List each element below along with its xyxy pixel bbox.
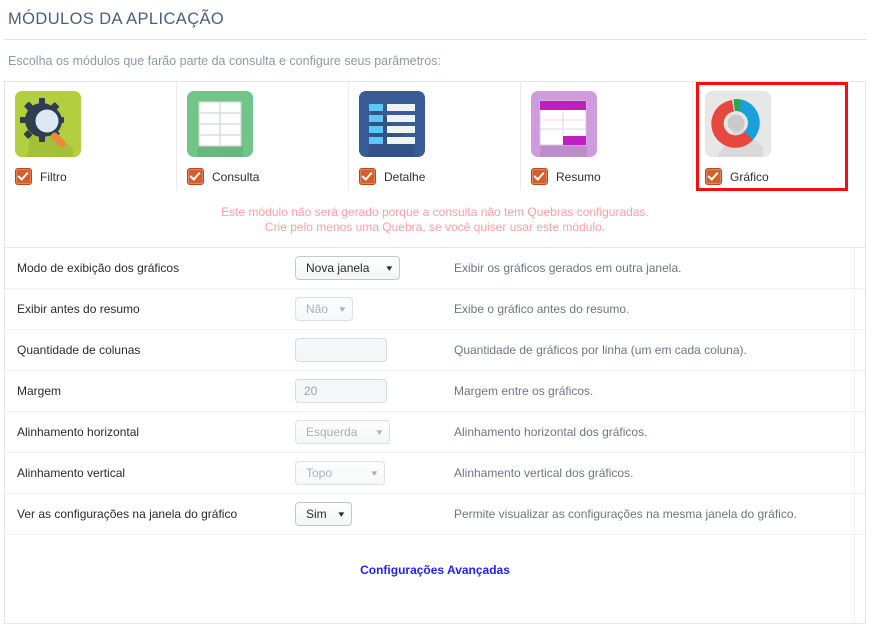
module-label-detalhe: Detalhe (384, 169, 426, 184)
chevron-down-icon: ▾ (376, 426, 383, 437)
page-subtitle: Escolha os módulos que farão parte da co… (8, 54, 441, 68)
setting-label-v-align: Alinhamento vertical (17, 466, 126, 480)
select-show-settings[interactable]: Sim ▾ (295, 502, 352, 526)
setting-label-margin: Margem (17, 384, 62, 398)
select-display-mode[interactable]: Nova janela ▾ (295, 256, 400, 280)
setting-row-h-align: Alinhamento horizontal Esquerda ▾ Alinha… (5, 412, 865, 453)
select-before-summary-value: Não (306, 302, 329, 316)
chevron-down-icon: ▾ (338, 508, 345, 519)
select-h-align-value: Esquerda (306, 425, 358, 439)
magnifier-gear-icon (15, 91, 81, 157)
setting-row-before-summary: Exibir antes do resumo Não ▾ Exibe o grá… (5, 289, 865, 330)
setting-control-column-count (295, 338, 450, 362)
setting-control-before-summary: Não ▾ (295, 297, 450, 321)
select-show-settings-value: Sim (306, 507, 327, 521)
advanced-settings-row: Configurações Avançadas (5, 535, 865, 605)
select-h-align[interactable]: Esquerda ▾ (295, 420, 390, 444)
setting-control-display-mode: Nova janela ▾ (295, 256, 450, 280)
module-check-row-resumo[interactable]: Resumo (531, 168, 692, 185)
setting-desc-column-count: Quantidade de gráficos por linha (um em … (454, 343, 747, 357)
checkbox-detalhe[interactable] (359, 168, 376, 185)
warning-line-2: Crie pelo menos uma Quebra, se você quis… (264, 220, 606, 234)
module-card-grafico[interactable]: Gráfico (696, 82, 848, 191)
setting-row-v-align: Alinhamento vertical Topo ▾ Alinhamento … (5, 453, 865, 494)
module-label-grafico: Gráfico (730, 169, 769, 184)
setting-row-display-mode: Modo de exibição dos gráficos Nova janel… (5, 248, 865, 289)
setting-row-show-settings: Ver as configurações na janela do gráfic… (5, 494, 865, 535)
module-card-resumo[interactable]: Resumo (521, 82, 693, 191)
setting-label-before-summary: Exibir antes do resumo (17, 302, 140, 316)
modules-row: Filtro Consulta Detalhe Resumo Gráfico (5, 82, 865, 191)
warning-line-1: Este módulo não será gerado porque a con… (221, 205, 649, 219)
setting-control-h-align: Esquerda ▾ (295, 420, 450, 444)
setting-label-display-mode: Modo de exibição dos gráficos (17, 261, 180, 275)
setting-desc-display-mode: Exibir os gráficos gerados em outra jane… (454, 261, 682, 275)
module-check-row-filtro[interactable]: Filtro (15, 168, 176, 185)
setting-row-margin: Margem Margem entre os gráficos. (5, 371, 865, 412)
page-title: MÓDULOS DA APLICAÇÃO (8, 10, 225, 28)
module-check-row-consulta[interactable]: Consulta (187, 168, 348, 185)
setting-desc-before-summary: Exibe o gráfico antes do resumo. (454, 302, 630, 316)
page-root: MÓDULOS DA APLICAÇÃO Escolha os módulos … (0, 0, 870, 624)
select-v-align-value: Topo (306, 466, 333, 480)
setting-label-column-count: Quantidade de colunas (17, 343, 141, 357)
module-label-consulta: Consulta (212, 169, 260, 184)
advanced-settings-link[interactable]: Configurações Avançadas (360, 563, 510, 577)
setting-desc-v-align: Alinhamento vertical dos gráficos. (454, 466, 634, 480)
settings-right-divider (854, 248, 855, 623)
checkbox-resumo[interactable] (531, 168, 548, 185)
setting-control-v-align: Topo ▾ (295, 461, 450, 485)
setting-desc-margin: Margem entre os gráficos. (454, 384, 594, 398)
chevron-down-icon: ▾ (371, 467, 378, 478)
module-check-row-detalhe[interactable]: Detalhe (359, 168, 520, 185)
chevron-down-icon: ▾ (339, 303, 346, 314)
setting-control-margin (295, 379, 450, 403)
module-card-filtro[interactable]: Filtro (5, 82, 177, 191)
setting-control-show-settings: Sim ▾ (295, 502, 450, 526)
setting-desc-show-settings: Permite visualizar as configurações na m… (454, 507, 797, 521)
checkbox-grafico[interactable] (705, 168, 722, 185)
setting-row-column-count: Quantidade de colunas Quantidade de gráf… (5, 330, 865, 371)
settings-table: Modo de exibição dos gráficos Nova janel… (4, 247, 866, 624)
warning-message: Este módulo não será gerado porque a con… (4, 191, 866, 247)
input-margin[interactable] (295, 379, 387, 403)
summary-table-icon (531, 91, 597, 157)
module-check-row-grafico[interactable]: Gráfico (705, 168, 845, 185)
module-card-consulta[interactable]: Consulta (177, 82, 349, 191)
grid-table-icon (187, 91, 253, 157)
chevron-down-icon: ▾ (386, 262, 393, 273)
checkbox-filtro[interactable] (15, 168, 32, 185)
setting-label-show-settings: Ver as configurações na janela do gráfic… (17, 507, 238, 521)
modules-panel: Filtro Consulta Detalhe Resumo Gráfico (4, 81, 866, 191)
module-card-detalhe[interactable]: Detalhe (349, 82, 521, 191)
select-before-summary[interactable]: Não ▾ (295, 297, 353, 321)
checkbox-consulta[interactable] (187, 168, 204, 185)
module-label-resumo: Resumo (556, 169, 601, 184)
input-column-count[interactable] (295, 338, 387, 362)
pie-chart-icon (705, 91, 771, 157)
module-label-filtro: Filtro (40, 169, 67, 184)
select-display-mode-value: Nova janela (306, 261, 370, 275)
setting-label-h-align: Alinhamento horizontal (17, 425, 140, 439)
detail-list-icon (359, 91, 425, 157)
setting-desc-h-align: Alinhamento horizontal dos gráficos. (454, 425, 648, 439)
select-v-align[interactable]: Topo ▾ (295, 461, 385, 485)
